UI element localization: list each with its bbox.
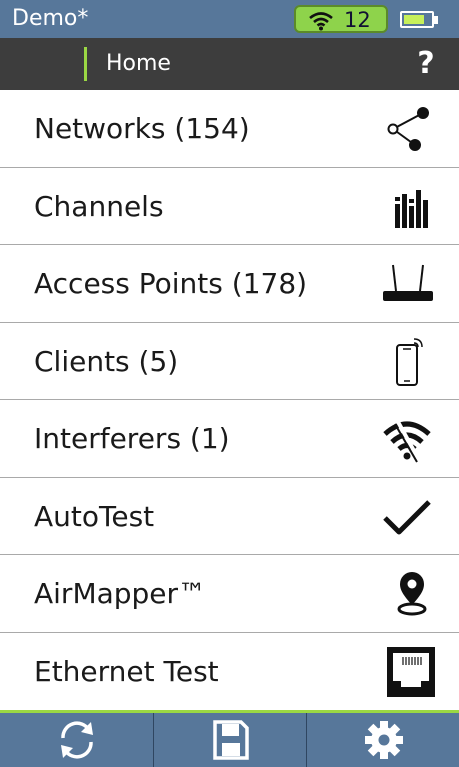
device-profile-name: Demo* [12,6,89,31]
ethernet-port-icon [379,646,435,697]
menu-item-label: Ethernet Test [34,654,219,688]
save-icon [212,720,249,760]
menu-item-clients[interactable]: Clients (5) [0,322,459,400]
menu-item-networks[interactable]: Networks (154) [0,90,459,168]
menu-item-label: Channels [34,189,164,223]
menu-item-ethernet-test[interactable]: Ethernet Test [0,632,459,710]
home-menu: Networks (154) Channels Access Points (1… [0,90,459,710]
nav-accent-bar [84,47,87,81]
help-button[interactable]: ? [406,44,446,84]
nav-bar: Home ? [0,38,459,90]
wifi-status-pill[interactable]: 12 [294,5,388,33]
refresh-button[interactable] [0,713,153,767]
status-bar: Demo* 12 [0,0,459,38]
wifi-count: 12 [344,8,371,32]
menu-item-label: Clients (5) [34,344,179,378]
refresh-icon [60,721,93,759]
settings-button[interactable] [307,713,459,767]
router-icon [379,259,435,309]
menu-item-access-points[interactable]: Access Points (178) [0,245,459,323]
menu-item-autotest[interactable]: AutoTest [0,477,459,555]
save-button[interactable] [154,713,307,767]
checkmark-icon [379,492,435,542]
battery-level [404,15,424,24]
map-pin-icon [379,569,435,619]
battery-nub [434,16,438,24]
menu-item-interferers[interactable]: Interferers (1) [0,400,459,478]
menu-item-airmapper[interactable]: AirMapper™ [0,555,459,633]
bottom-toolbar [0,713,459,767]
share-network-icon [379,104,435,154]
menu-item-label: Interferers (1) [34,422,230,455]
menu-item-label: AutoTest [34,499,155,533]
smartphone-icon [379,337,435,387]
settings-gear-icon [364,721,403,759]
menu-item-channels[interactable]: Channels [0,167,459,245]
menu-item-label: Access Points (178) [34,267,308,300]
menu-item-label: Networks (154) [34,112,250,145]
menu-item-label: AirMapper™ [34,577,207,610]
wifi-icon [309,12,333,31]
page-title: Home [106,51,171,76]
wifi-interference-icon [379,414,435,464]
channels-bars-icon [379,182,435,232]
battery-icon [400,11,434,28]
